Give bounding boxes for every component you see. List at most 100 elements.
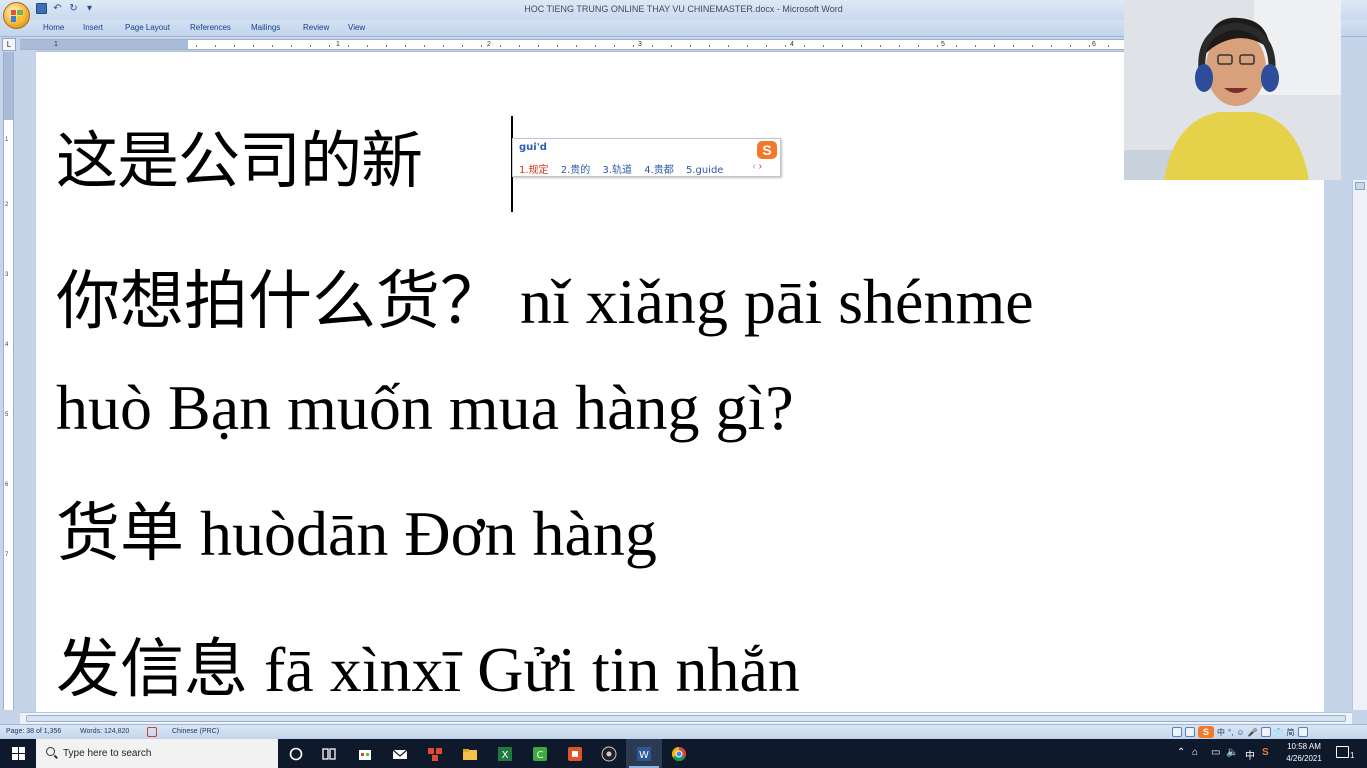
vertical-scroll-thumb[interactable] — [1355, 182, 1365, 190]
ime-candidate[interactable]: 2.贵的 — [561, 165, 591, 176]
ime-composition: gui'd — [519, 142, 547, 153]
document-line[interactable]: 货单 huòdān Đơn hàng — [56, 502, 657, 566]
ime-candidate[interactable]: 5.guide — [686, 165, 724, 176]
view-print-layout-icon[interactable] — [1172, 727, 1182, 737]
notification-count: 1 — [1350, 751, 1355, 760]
language-indicator[interactable]: Chinese (PRC) — [172, 728, 219, 735]
ruler-tick — [538, 45, 539, 47]
ruler-tick — [823, 45, 824, 47]
mail-icon[interactable] — [391, 745, 409, 763]
presenter-image — [1124, 0, 1341, 180]
ruler-tick — [709, 45, 710, 47]
obs-icon[interactable] — [600, 745, 618, 763]
horizontal-scroll-thumb[interactable] — [26, 715, 1346, 722]
tab-mailings[interactable]: Mailings — [251, 23, 280, 32]
horizontal-scrollbar[interactable] — [20, 712, 1352, 724]
tab-references[interactable]: References — [190, 23, 231, 32]
file-explorer-icon[interactable] — [461, 745, 479, 763]
search-placeholder: Type here to search — [63, 748, 152, 759]
recorder-icon[interactable] — [566, 745, 584, 763]
word-count[interactable]: Words: 124,820 — [80, 728, 129, 735]
ime-candidate[interactable]: 1.规定 — [519, 165, 549, 176]
ruler-number: 3 — [5, 272, 9, 278]
ime-candidate[interactable]: 3.轨道 — [602, 165, 632, 176]
volume-icon[interactable]: 🔈 — [1226, 747, 1238, 758]
sogou-tray-icon[interactable]: S — [1198, 726, 1214, 738]
toolbox-icon[interactable] — [1297, 727, 1308, 737]
search-icon — [46, 747, 55, 756]
left-margin-area — [20, 40, 188, 49]
ime-page-arrows: ‹ › — [753, 161, 762, 172]
windows-logo-icon — [11, 747, 25, 760]
microphone-icon[interactable]: 🎤 — [1248, 728, 1258, 737]
battery-icon[interactable]: ▭ — [1211, 747, 1220, 758]
camtasia-icon[interactable]: C — [531, 745, 549, 763]
ruler-tick — [1108, 45, 1109, 47]
start-button[interactable] — [0, 739, 36, 768]
chrome-icon[interactable] — [670, 745, 688, 763]
document-line[interactable]: 你想拍什么货？ nǐ xiǎng pāi shénme — [56, 270, 1034, 334]
clock[interactable]: 10:58 AM 4/26/2021 — [1280, 741, 1328, 765]
tab-view[interactable]: View — [348, 23, 365, 32]
document-line[interactable]: 发信息 fā xìnxī Gửi tin nhắn — [56, 638, 800, 702]
notification-icon[interactable] — [1336, 746, 1349, 758]
keyboard-icon[interactable] — [1260, 727, 1271, 737]
office-button[interactable] — [3, 2, 30, 29]
ruler-tick — [728, 45, 729, 47]
ime-prev-page-icon[interactable]: ‹ — [753, 161, 756, 172]
ruler-tick — [329, 45, 330, 47]
view-reading-icon[interactable] — [1185, 727, 1195, 737]
vertical-ruler[interactable]: 1 2 3 4 5 6 7 — [3, 52, 14, 710]
skin-icon[interactable]: 👕 — [1274, 728, 1284, 737]
ruler-tick — [272, 45, 273, 47]
ime-next-page-icon[interactable]: › — [759, 161, 762, 172]
tab-insert[interactable]: Insert — [83, 23, 103, 32]
sogou-taskbar-icon[interactable]: S — [1262, 747, 1269, 758]
tab-review[interactable]: Review — [303, 23, 329, 32]
ruler-tick — [690, 45, 691, 47]
ruler-number: 4 — [790, 41, 794, 48]
document-line[interactable]: huò Bạn muốn mua hàng gì? — [56, 376, 794, 440]
ruler-number: 6 — [5, 482, 9, 488]
punctuation-icon[interactable]: °, — [1228, 728, 1233, 737]
ruler-tick — [215, 45, 216, 47]
ime-candidate[interactable]: 4.贵都 — [644, 165, 674, 176]
ruler-tick — [348, 45, 349, 47]
clock-time: 10:58 AM — [1287, 742, 1321, 751]
tab-home[interactable]: Home — [43, 23, 64, 32]
input-language[interactable]: 中 — [1245, 747, 1255, 762]
ruler-tick — [633, 45, 634, 47]
ruler-tick — [994, 45, 995, 47]
word-icon[interactable]: W — [635, 745, 653, 763]
ruler-tick — [1013, 45, 1014, 47]
ime-toolbar: S 中 °, ☺ 🎤 👕 简 — [1172, 726, 1308, 738]
horizontal-ruler[interactable]: 1 1 2 3 4 5 6 — [20, 39, 1124, 50]
ruler-number: 4 — [5, 342, 9, 348]
ruler-tick — [481, 45, 482, 47]
proofing-icon[interactable] — [147, 727, 157, 737]
ime-candidate-list: 1.规定 2.贵的 3.轨道 4.贵都 5.guide — [519, 161, 732, 176]
emoji-icon[interactable]: ☺ — [1236, 728, 1244, 737]
task-view-icon[interactable] — [320, 745, 338, 763]
tab-page-layout[interactable]: Page Layout — [125, 23, 170, 32]
taskbar-search[interactable]: Type here to search — [36, 739, 278, 768]
store-icon[interactable] — [356, 745, 374, 763]
ruler-tick — [1032, 45, 1033, 47]
app-icon[interactable] — [426, 745, 444, 763]
document-line[interactable]: 这是公司的新 — [56, 130, 423, 192]
page-count[interactable]: Page: 38 of 1,356 — [6, 728, 61, 735]
ruler-tick — [785, 45, 786, 47]
tray-overflow-icon[interactable]: ⌃ — [1177, 747, 1185, 758]
ime-mode[interactable]: 中 — [1217, 727, 1225, 738]
cortana-icon[interactable] — [287, 745, 305, 763]
tab-selector-icon[interactable]: L — [2, 38, 16, 51]
ruler-tick — [614, 45, 615, 47]
ruler-number: 7 — [5, 552, 9, 558]
network-icon[interactable]: ⌂ — [1192, 747, 1198, 758]
clock-date: 4/26/2021 — [1286, 754, 1322, 763]
svg-text:W: W — [639, 750, 649, 761]
excel-icon[interactable]: X — [496, 745, 514, 763]
simplified-indicator[interactable]: 简 — [1287, 727, 1295, 738]
ruler-number: 1 — [5, 137, 9, 143]
vertical-scrollbar[interactable] — [1352, 180, 1367, 710]
